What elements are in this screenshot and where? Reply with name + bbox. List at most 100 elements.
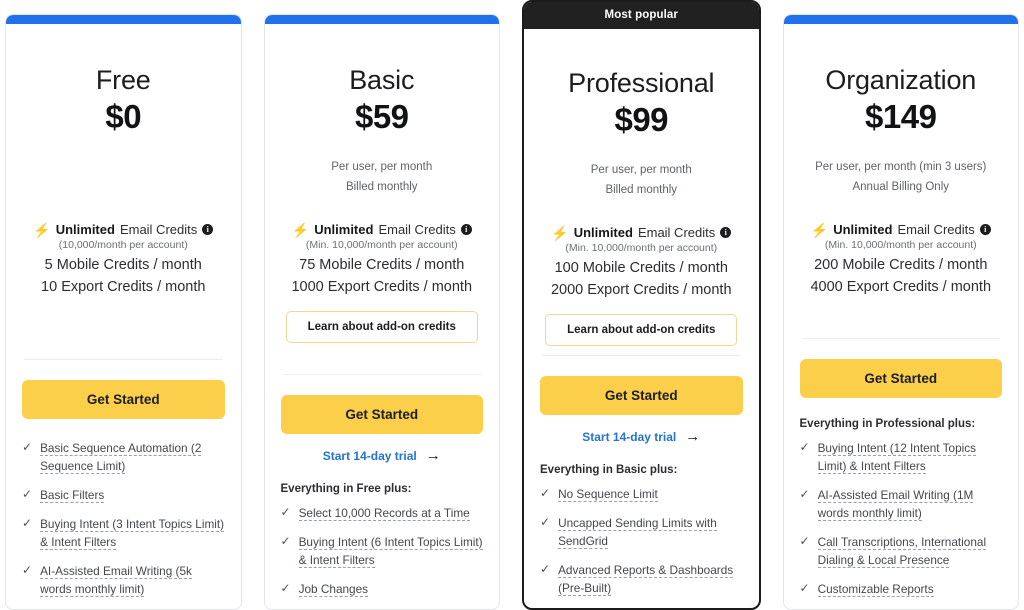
section-divider bbox=[542, 355, 741, 356]
plan-price: $59 bbox=[354, 98, 409, 136]
feature-label[interactable]: Basic Filters bbox=[40, 488, 105, 503]
feature-item: ✓ Customizable Reports bbox=[800, 580, 1003, 598]
info-icon[interactable]: i bbox=[202, 224, 214, 236]
plan-card-professional: Most popular Professional $99 Per user, per… bbox=[522, 0, 761, 610]
feature-text-wrap: AI-Assisted Email Writing (1M words mont… bbox=[817, 486, 1002, 522]
learn-addon-credits-button[interactable]: Learn about add-on credits bbox=[545, 314, 738, 347]
feature-item: ✓ Buying Intent (6 Intent Topics Limit) &… bbox=[281, 533, 484, 569]
features-list: Everything in Free plus: ✓ Select 10,000 R… bbox=[281, 483, 484, 609]
feature-label[interactable]: Buying Intent (3 Intent Topics Limit) & … bbox=[40, 517, 225, 550]
feature-item: ✓ No Sequence Limit bbox=[540, 485, 743, 503]
email-credits-sublabel: (Min. 10,000/month per account) bbox=[824, 239, 977, 252]
feature-label[interactable]: Buying Intent (6 Intent Topics Limit) & … bbox=[298, 535, 483, 568]
feature-text-wrap: Basic Filters bbox=[40, 486, 105, 504]
feature-label[interactable]: Job Changes bbox=[298, 582, 369, 597]
billing-line-secondary: Billed monthly bbox=[345, 180, 418, 193]
start-trial-link[interactable]: Start 14-day trial → bbox=[540, 429, 743, 444]
feature-text-wrap: Uncapped Sending Limits with SendGrid bbox=[558, 514, 742, 550]
get-started-button[interactable]: Get Started bbox=[22, 380, 225, 419]
check-icon: ✓ bbox=[540, 562, 551, 576]
credits-block: ⚡ Unlimited Email Credits i (Min. 10,000/mon… bbox=[800, 222, 1003, 295]
info-icon[interactable]: i bbox=[979, 224, 991, 236]
billing-line-primary: Per user, per month bbox=[590, 164, 692, 177]
get-started-button[interactable]: Get Started bbox=[540, 376, 743, 415]
export-credits-line: 2000 Export Credits / month bbox=[550, 282, 732, 299]
email-credits-label: Email Credits bbox=[378, 222, 456, 238]
feature-item: ✓ Job Changes bbox=[281, 580, 484, 598]
plan-card-basic: Basic $59 Per user, per month Billed monthl… bbox=[263, 14, 500, 610]
check-icon: ✓ bbox=[799, 487, 810, 501]
check-icon: ✓ bbox=[799, 534, 810, 548]
feature-label[interactable]: Uncapped Sending Limits with SendGrid bbox=[558, 516, 717, 549]
export-credits-line: 4000 Export Credits / month bbox=[810, 279, 992, 296]
plan-card-organization: Organization $149 Per user, per month (min… bbox=[782, 14, 1019, 610]
feature-text-wrap: Buying Intent (6 Intent Topics Limit) & … bbox=[298, 533, 483, 569]
feature-item: ✓ Basic Filters bbox=[22, 486, 225, 504]
feature-label[interactable]: AI-Assisted Email Writing (1M words mont… bbox=[817, 488, 974, 521]
mobile-credits-line: 100 Mobile Credits / month bbox=[554, 260, 728, 277]
check-icon: ✓ bbox=[22, 440, 33, 454]
most-popular-badge: Most popular bbox=[524, 2, 759, 29]
start-trial-label: Start 14-day trial bbox=[582, 429, 677, 444]
get-started-button[interactable]: Get Started bbox=[799, 359, 1002, 398]
feature-label[interactable]: No Sequence Limit bbox=[558, 487, 658, 502]
plan-card-body: Basic $59 Per user, per month Billed monthl… bbox=[265, 24, 500, 609]
email-credits-label: Email Credits bbox=[637, 225, 716, 241]
export-credits-line: 10 Export Credits / month bbox=[41, 279, 206, 296]
email-credits-emphasis: Unlimited bbox=[55, 222, 115, 238]
pricing-plans-grid: Free $0 ⚡ Unlimited Email Credits i (10,000/mo… bbox=[0, 0, 1024, 610]
email-credits-sublabel: (Min. 10,000/month per account) bbox=[565, 242, 718, 255]
plan-name: Organization bbox=[825, 65, 977, 95]
plan-billing: Per user, per month (min 3 users) Annual … bbox=[800, 158, 1003, 198]
email-credits-headline: ⚡ Unlimited Email Credits i bbox=[281, 222, 484, 237]
plan-card-body: Free $0 ⚡ Unlimited Email Credits i (10,000/mo… bbox=[6, 24, 241, 609]
feature-label[interactable]: Buying Intent (12 Intent Topics Limit) &… bbox=[817, 441, 977, 474]
plan-card-body: Organization $149 Per user, per month (min… bbox=[784, 24, 1019, 609]
email-credits-headline: ⚡ Unlimited Email Credits i bbox=[22, 222, 225, 237]
plan-price: $99 bbox=[614, 101, 669, 139]
arrow-right-icon: → bbox=[425, 447, 441, 464]
plan-card-body: Professional $99 Per user, per month Billed… bbox=[524, 29, 759, 608]
feature-label[interactable]: Select 10,000 Records at a Time bbox=[298, 506, 470, 521]
email-credits-emphasis: Unlimited bbox=[573, 225, 633, 241]
info-icon[interactable]: i bbox=[460, 224, 472, 236]
feature-item: ✓ Buying Intent (3 Intent Topics Limit) &… bbox=[22, 515, 225, 551]
feature-item: ✓ Advanced Reports & Dashboards (Pre-Buil… bbox=[540, 561, 743, 597]
feature-label[interactable]: Customizable Reports bbox=[817, 582, 934, 597]
feature-item: ✓ Basic Sequence Automation (2 Sequence L… bbox=[22, 439, 225, 475]
billing-line-primary: Per user, per month (min 3 users) bbox=[815, 161, 987, 174]
get-started-button[interactable]: Get Started bbox=[280, 395, 483, 434]
check-icon: ✓ bbox=[22, 487, 33, 501]
feature-label[interactable]: Advanced Reports & Dashboards (Pre-Built… bbox=[558, 563, 734, 596]
check-icon: ✓ bbox=[799, 440, 810, 454]
check-icon: ✓ bbox=[540, 515, 551, 529]
start-trial-link[interactable]: Start 14-day trial → bbox=[281, 448, 484, 463]
feature-label[interactable]: Basic Sequence Automation (2 Sequence Li… bbox=[40, 441, 202, 474]
feature-label[interactable]: AI-Assisted Email Writing (5k words mont… bbox=[40, 564, 192, 597]
feature-text-wrap: Call Transcriptions, International Diali… bbox=[817, 533, 1002, 569]
billing-line-secondary: Billed monthly bbox=[605, 183, 678, 196]
learn-addon-credits-button[interactable]: Learn about add-on credits bbox=[285, 311, 478, 344]
features-heading: Everything in Basic plus: bbox=[540, 464, 678, 476]
plan-price: $149 bbox=[865, 98, 937, 136]
check-icon: ✓ bbox=[22, 516, 33, 530]
features-list: Everything in Professional plus: ✓ Buying … bbox=[800, 418, 1003, 609]
feature-item: ✓ Uncapped Sending Limits with SendGrid bbox=[540, 514, 743, 550]
bolt-icon: ⚡ bbox=[33, 221, 51, 238]
feature-label[interactable]: Call Transcriptions, International Diali… bbox=[817, 535, 987, 568]
features-heading: Everything in Free plus: bbox=[280, 483, 412, 495]
feature-text-wrap: AI-Assisted Email Writing (5k words mont… bbox=[40, 562, 224, 598]
plan-name: Professional bbox=[568, 68, 715, 98]
accent-bar bbox=[6, 15, 241, 24]
section-divider bbox=[801, 338, 1000, 339]
feature-text-wrap: Job Changes bbox=[298, 580, 369, 598]
info-icon[interactable]: i bbox=[720, 227, 732, 239]
credits-block: ⚡ Unlimited Email Credits i (Min. 10,000/mon… bbox=[540, 225, 743, 347]
bolt-icon: ⚡ bbox=[291, 221, 310, 238]
plan-name: Free bbox=[95, 65, 151, 95]
email-credits-sublabel: (10,000/month per account) bbox=[58, 239, 188, 252]
features-heading: Everything in Professional plus: bbox=[799, 418, 976, 430]
check-icon: ✓ bbox=[280, 581, 291, 595]
export-credits-line: 1000 Export Credits / month bbox=[291, 279, 473, 296]
feature-text-wrap: Buying Intent (12 Intent Topics Limit) &… bbox=[817, 439, 1002, 475]
